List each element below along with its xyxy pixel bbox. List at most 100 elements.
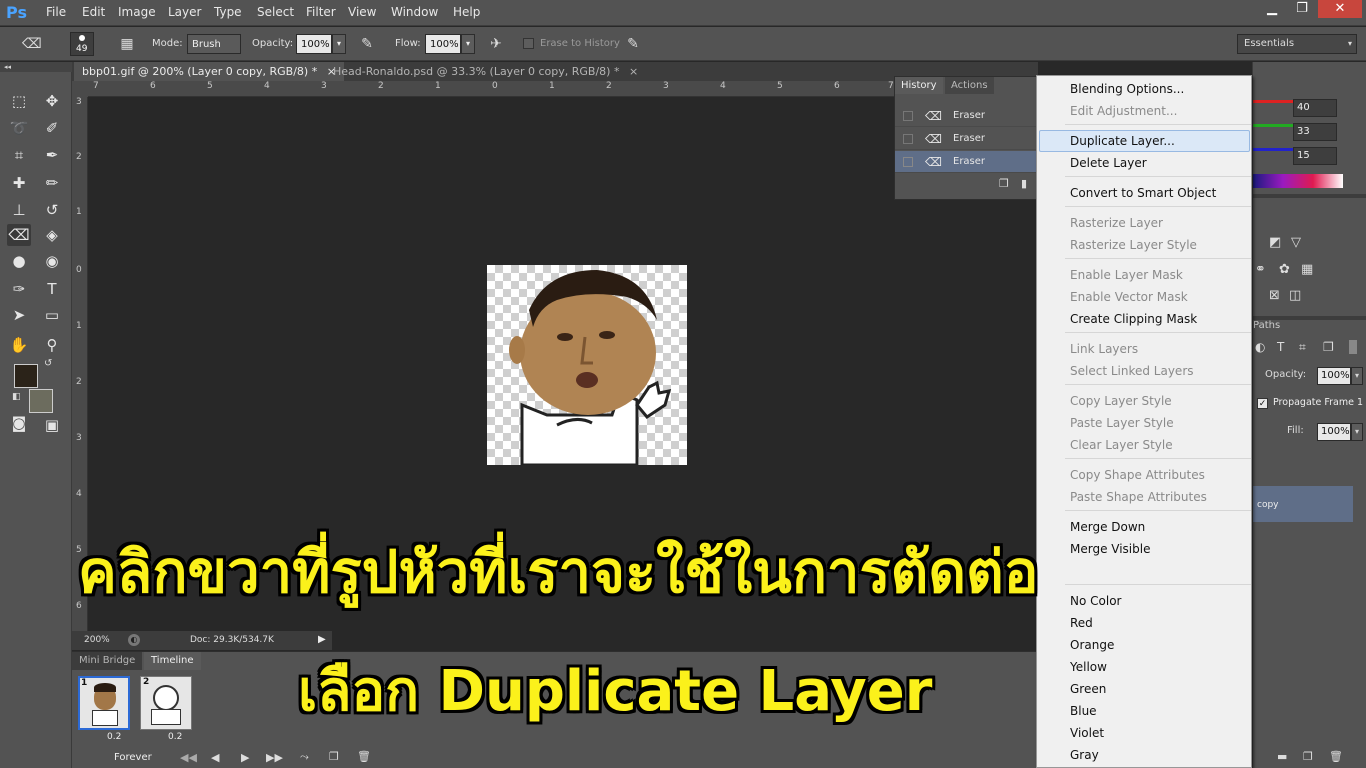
channel-mixer-icon[interactable]: ✿ <box>1279 262 1290 277</box>
lasso-tool-icon[interactable]: ➰ <box>7 117 31 139</box>
prev-frame-icon[interactable]: ◀ <box>211 751 219 764</box>
brush-panel-icon[interactable]: ▦ <box>118 35 136 53</box>
swap-colors-icon[interactable]: ↺ <box>44 358 52 369</box>
delete-frame-icon[interactable]: 🗑 <box>357 750 371 763</box>
minimize-button[interactable]: ▁ <box>1258 0 1286 18</box>
filter-adjust-icon[interactable]: ◐ <box>1255 340 1265 354</box>
new-layer-icon[interactable]: ❐ <box>1303 750 1313 763</box>
menu-window[interactable]: Window <box>391 5 438 19</box>
menu-create-clipping-mask[interactable]: Create Clipping Mask <box>1070 312 1197 326</box>
menu-select-linked-layers[interactable]: Select Linked Layers <box>1070 364 1194 378</box>
layer-opacity-input[interactable]: 100% <box>1317 367 1351 385</box>
menu-color-violet[interactable]: Violet <box>1070 726 1104 740</box>
color-spectrum[interactable] <box>1253 174 1343 188</box>
fill-dropdown[interactable]: ▾ <box>1351 423 1363 441</box>
gradient-icon[interactable]: ◫ <box>1289 288 1301 303</box>
menu-color-blue[interactable]: Blue <box>1070 704 1097 718</box>
document-canvas-image[interactable] <box>487 265 687 465</box>
menu-edit[interactable]: Edit <box>82 5 105 19</box>
selective-color-icon[interactable]: ⊠ <box>1269 288 1280 303</box>
tab-bbp01[interactable]: bbp01.gif @ 200% (Layer 0 copy, RGB/8) *… <box>74 62 344 81</box>
history-row-selected[interactable]: ⌫ Eraser <box>895 151 1037 173</box>
menu-merge-visible[interactable]: Merge Visible <box>1070 542 1150 556</box>
tab-timeline[interactable]: Timeline <box>144 652 201 670</box>
tab-paths[interactable]: Paths <box>1253 320 1280 331</box>
eyedropper-tool-icon[interactable]: ✒ <box>40 144 64 166</box>
menu-enable-vector-mask[interactable]: Enable Vector Mask <box>1070 290 1188 304</box>
default-colors-icon[interactable]: ◧ <box>12 392 21 402</box>
erase-history-checkbox[interactable] <box>523 38 534 49</box>
pressure-opacity-icon[interactable]: ✎ <box>358 35 376 53</box>
menu-view[interactable]: View <box>348 5 376 19</box>
menu-select[interactable]: Select <box>257 5 294 19</box>
history-row[interactable]: ⌫ Eraser <box>895 105 1037 127</box>
filter-smart-icon[interactable]: ❐ <box>1323 340 1334 354</box>
status-menu-arrow-icon[interactable]: ▶ <box>318 634 326 645</box>
status-toggle-icon[interactable]: ◐ <box>128 634 140 646</box>
menu-enable-layer-mask[interactable]: Enable Layer Mask <box>1070 268 1183 282</box>
mode-select[interactable]: Brush <box>187 34 241 54</box>
menu-rasterize-layer-style[interactable]: Rasterize Layer Style <box>1070 238 1197 252</box>
menu-delete-layer[interactable]: Delete Layer <box>1070 156 1147 170</box>
menu-file[interactable]: File <box>46 5 66 19</box>
tab-mini-bridge[interactable]: Mini Bridge <box>72 652 143 670</box>
menu-rasterize-layer[interactable]: Rasterize Layer <box>1070 216 1163 230</box>
blue-value-input[interactable]: 15 <box>1293 147 1337 165</box>
green-value-input[interactable]: 33 <box>1293 123 1337 141</box>
hand-tool-icon[interactable]: ✋ <box>7 334 31 356</box>
flow-input[interactable]: 100% <box>425 34 461 54</box>
fill-input[interactable]: 100% <box>1317 423 1351 441</box>
type-tool-icon[interactable]: T <box>40 278 64 300</box>
background-color-swatch[interactable] <box>29 389 53 413</box>
filter-type-icon[interactable]: T <box>1277 340 1284 354</box>
layer-row-selected[interactable]: copy <box>1253 486 1353 522</box>
next-frame-icon[interactable]: ▶▶ <box>266 751 283 764</box>
delete-layer-icon[interactable]: 🗑 <box>1329 750 1343 763</box>
new-frame-icon[interactable]: ❐ <box>329 750 339 763</box>
zoom-level[interactable]: 200% <box>84 635 110 645</box>
play-icon[interactable]: ▶ <box>241 751 249 764</box>
new-group-icon[interactable]: ▬ <box>1277 750 1287 763</box>
tab-actions[interactable]: Actions <box>945 77 994 94</box>
pressure-size-icon[interactable]: ✎ <box>624 35 642 53</box>
opacity-input[interactable]: 100% <box>296 34 332 54</box>
airbrush-icon[interactable]: ✈ <box>487 35 505 53</box>
tab-history[interactable]: History <box>895 77 943 94</box>
menu-duplicate-layer[interactable]: Duplicate Layer... <box>1070 134 1175 148</box>
new-snapshot-icon[interactable]: ❐ <box>999 177 1009 190</box>
menu-paste-layer-style[interactable]: Paste Layer Style <box>1070 416 1174 430</box>
menu-convert-smart-object[interactable]: Convert to Smart Object <box>1070 186 1216 200</box>
eraser-tool-icon[interactable]: ⌫ <box>7 224 31 246</box>
gradient-map-icon[interactable]: ▽ <box>1291 235 1301 250</box>
menu-filter[interactable]: Filter <box>306 5 336 19</box>
layer-filter-toggle[interactable] <box>1349 340 1357 354</box>
brush-tool-icon[interactable]: ✏ <box>40 172 64 194</box>
close-window-button[interactable]: ✕ <box>1318 0 1362 18</box>
levels-icon[interactable]: ◩ <box>1269 235 1281 250</box>
menu-type[interactable]: Type <box>214 5 242 19</box>
loop-select[interactable]: Forever <box>114 752 152 763</box>
lookup-grid-icon[interactable]: ▦ <box>1301 262 1313 277</box>
menu-color-yellow[interactable]: Yellow <box>1070 660 1107 674</box>
opacity-dropdown[interactable]: ▾ <box>332 34 346 54</box>
timeline-frame-1[interactable]: 1 <box>78 676 130 730</box>
menu-edit-adjustment[interactable]: Edit Adjustment... <box>1070 104 1177 118</box>
clone-stamp-icon[interactable]: ⊥ <box>7 199 31 221</box>
red-value-input[interactable]: 40 <box>1293 99 1337 117</box>
propagate-checkbox[interactable]: ✓ <box>1257 398 1268 409</box>
menu-layer[interactable]: Layer <box>168 5 201 19</box>
shape-tool-icon[interactable]: ▭ <box>40 304 64 326</box>
collapse-toolbar-icon[interactable]: ◂◂ <box>0 62 72 72</box>
color-balance-icon[interactable]: ⚭ <box>1255 262 1266 277</box>
menu-help[interactable]: Help <box>453 5 480 19</box>
menu-copy-shape-attributes[interactable]: Copy Shape Attributes <box>1070 468 1205 482</box>
eraser-preset-icon[interactable]: ⌫ <box>22 35 42 53</box>
menu-color-none[interactable]: No Color <box>1070 594 1121 608</box>
layer-opacity-dropdown[interactable]: ▾ <box>1351 367 1363 385</box>
marquee-tool-icon[interactable]: ⬚ <box>7 90 31 112</box>
menu-clear-layer-style[interactable]: Clear Layer Style <box>1070 438 1173 452</box>
menu-link-layers[interactable]: Link Layers <box>1070 342 1138 356</box>
move-tool-icon[interactable]: ✥ <box>40 90 64 112</box>
workspace-select[interactable]: Essentials ▾ <box>1237 34 1357 54</box>
healing-brush-icon[interactable]: ✚ <box>7 172 31 194</box>
